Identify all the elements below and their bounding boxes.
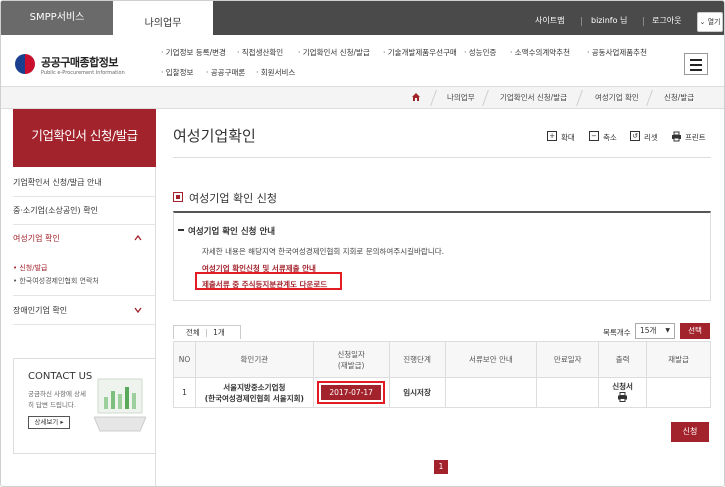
top-bar: SMPP서비스 나의업무 사이트맵 bizinfo 님 로그아웃 ⌄ 열기 — [1, 1, 724, 35]
open-label: 열기 — [707, 18, 721, 26]
reset-label[interactable]: 리셋 — [644, 132, 658, 143]
home-icon[interactable] — [411, 92, 421, 102]
apply-button[interactable]: 신청 — [671, 422, 709, 442]
column-header: NO — [173, 341, 196, 378]
column-header: 진행단계 — [388, 341, 446, 378]
logout-link[interactable]: 로그아웃 — [652, 15, 681, 29]
user-name: bizinfo 님 — [591, 16, 628, 25]
table-row: 1 서울지방중소기업청 (한국여성경제인협회 서울지회) 2017-07-17 … — [173, 377, 711, 408]
breadcrumb-item[interactable]: 여성기업 확인 — [595, 87, 639, 109]
gnb-item[interactable]: · 성능인증 — [464, 47, 496, 58]
dash-icon — [178, 229, 184, 231]
sidebar-subitem-contact[interactable]: • 한국여성경제인협회 연락처 — [13, 276, 99, 286]
laptop-chart-illustration-icon — [94, 378, 146, 432]
application-table: NO 확인기관 신청일자 (재발급) 진행단계 서류보안 안내 만료일자 출력 … — [173, 341, 711, 408]
gnb-item[interactable]: · 공공구매론 — [206, 67, 245, 78]
date-badge[interactable]: 2017-07-17 — [321, 385, 381, 400]
gnb-item[interactable]: · 공동사업제품추천 — [587, 47, 647, 58]
column-header: 신청일자 (재발급) — [312, 341, 390, 378]
sidebar-item-guide[interactable]: 기업확인서 신청/발급 안내 — [13, 177, 156, 188]
contact-box: CONTACT US 궁금하신 사항에 상세히 답변 드립니다. 상세보기 ▸ — [13, 358, 156, 454]
divider — [581, 17, 582, 26]
chevron-down-icon[interactable] — [134, 306, 142, 314]
hamburger-menu-icon[interactable] — [684, 53, 708, 75]
row-print[interactable]: 신청서 — [598, 377, 648, 408]
gnb-item[interactable]: · 기업정보 등록/변경 — [161, 47, 226, 58]
column-header: 확인기관 — [194, 341, 314, 378]
select-button[interactable]: 선택 — [680, 323, 710, 339]
gnb-item[interactable]: · 기술개발제품우선구매 — [383, 47, 457, 58]
highlight-box — [195, 272, 342, 290]
sidebar-subitem-apply[interactable]: • 신청/발급 — [13, 263, 47, 273]
row-reissue — [646, 377, 711, 408]
divider — [643, 17, 644, 26]
browser-frame: SMPP서비스 나의업무 사이트맵 bizinfo 님 로그아웃 ⌄ 열기 공공… — [0, 0, 725, 487]
column-header: 재발급 — [646, 341, 711, 378]
sitemap-link[interactable]: 사이트맵 — [535, 15, 564, 29]
breadcrumb-item[interactable]: 신청/발급 — [664, 87, 694, 109]
contact-description: 궁금하신 사항에 상세히 답변 드립니다. — [28, 390, 86, 409]
info-heading: 여성기업 확인 신청 안내 — [188, 227, 276, 237]
breadcrumb-item[interactable]: 기업확인서 신청/발급 — [500, 87, 567, 109]
row-date: 2017-07-17 — [312, 377, 390, 408]
breadcrumb-item[interactable]: 나의업무 — [447, 87, 475, 109]
per-page-select[interactable]: 15개 ▼ — [635, 323, 675, 339]
column-header: 출력 — [598, 341, 648, 378]
row-security — [444, 377, 538, 408]
row-organization: 서울지방중소기업청 (한국여성경제인협회 서울지회) — [194, 377, 314, 408]
chevron-up-icon[interactable] — [134, 234, 142, 242]
column-header: 만료일자 — [536, 341, 600, 378]
column-header: 서류보안 안내 — [444, 341, 538, 378]
table-header-row: NO 확인기관 신청일자 (재발급) 진행단계 서류보안 안내 만료일자 출력 … — [173, 341, 711, 378]
zoom-out-label[interactable]: 축소 — [603, 132, 617, 143]
zoom-out-icon[interactable]: − — [589, 131, 599, 141]
print-icon[interactable] — [671, 131, 682, 142]
page-title: 여성기업확인 — [173, 127, 256, 145]
pagination-page[interactable]: 1 — [434, 460, 448, 474]
sidebar-item-sme[interactable]: 중·소기업(소상공인) 확인 — [13, 205, 156, 216]
print-icon[interactable] — [617, 392, 628, 402]
gnb-item[interactable]: · 기업확인서 신청/발급 — [298, 47, 370, 58]
zoom-in-label[interactable]: 확대 — [561, 132, 575, 143]
tab-smpp-service[interactable]: SMPP서비스 — [1, 1, 113, 35]
section-title: 여성기업 확인 신청 — [189, 192, 277, 205]
divider — [173, 157, 711, 158]
tab-my-work[interactable]: 나의업무 — [113, 1, 213, 35]
row-expire — [536, 377, 600, 408]
gnb-item[interactable]: · 회원서비스 — [256, 67, 295, 78]
logo-title[interactable]: 공공구매종합정보 — [41, 54, 118, 70]
contact-detail-button[interactable]: 상세보기 ▸ — [28, 416, 70, 429]
sidebar-title: 기업확인서 신청/발급 — [13, 109, 156, 167]
section-bullet-icon — [173, 192, 183, 202]
print-label[interactable]: 프린트 — [685, 132, 706, 143]
sidebar: 기업확인서 신청/발급 기업확인서 신청/발급 안내 중·소기업(소상공인) 확… — [1, 109, 156, 486]
breadcrumb: 나의업무 기업확인서 신청/발급 여성기업 확인 신청/발급 — [1, 87, 724, 109]
row-stage: 임시저장 — [388, 377, 446, 408]
per-page-label: 목록개수 — [603, 328, 631, 337]
zoom-in-icon[interactable]: + — [547, 131, 557, 141]
row-number: 1 — [173, 377, 196, 408]
gnb-item[interactable]: · 소액수의계약추천 — [510, 47, 570, 58]
chevron-down-icon: ▼ — [665, 327, 670, 334]
gnb-item[interactable]: · 직접생산확인 — [237, 47, 283, 58]
info-description: 자세한 내용은 해당지역 한국여성경제인협회 지회로 문의하여주시길바랍니다. — [202, 247, 445, 256]
total-count: 전체 | 1개 — [173, 325, 241, 339]
site-header: 공공구매종합정보 Public e-Procurement Informatio… — [1, 35, 724, 87]
date-highlight: 2017-07-17 — [317, 381, 385, 404]
contact-title: CONTACT US — [28, 371, 93, 382]
gnb-item[interactable]: · 입찰정보 — [161, 67, 193, 78]
reset-icon[interactable]: ↺ — [630, 131, 640, 141]
logo-subtitle: Public e-Procurement Information — [41, 70, 125, 76]
open-button[interactable]: ⌄ 열기 — [697, 12, 723, 32]
chevron-down-icon: ⌄ — [699, 18, 706, 26]
logo-emblem-icon[interactable] — [15, 54, 35, 74]
